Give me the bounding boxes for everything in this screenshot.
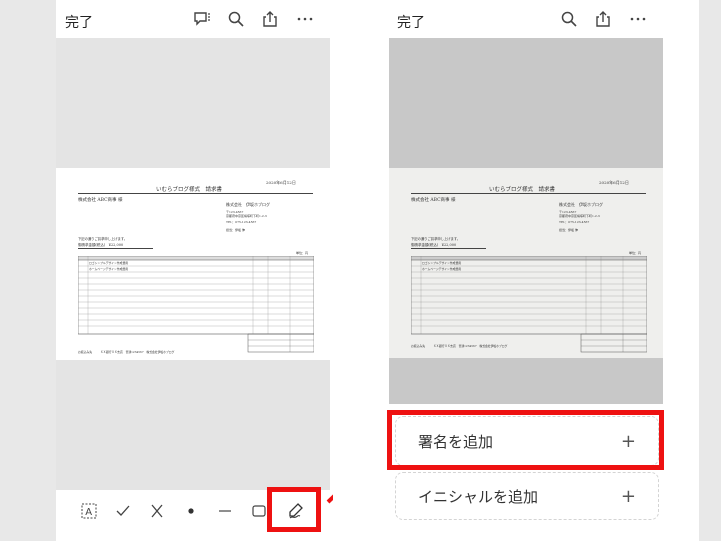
sender-tel: TEL：075-123-4567 xyxy=(226,220,257,224)
left-document-viewer: 2020年6月12日 いむらブログ様式 請求書 株式会社 ABC商事 様 株式会… xyxy=(56,38,330,490)
right-panel: 完了 2020年6月12日 いむらブログ様式 請求書 株式会社 ABC商事 様 … xyxy=(333,0,721,541)
sender-person: 担当：伊坂 伸 xyxy=(559,228,578,232)
sender-person: 担当：伊坂 伸 xyxy=(226,228,245,232)
add-signature-highlight xyxy=(387,410,664,470)
left-top-bar: 完了 xyxy=(56,0,330,38)
row-1-item: ロゴシンプルデザイン作成費用 xyxy=(89,261,129,265)
amount-underline xyxy=(78,248,153,249)
sender-company: 株式会社 伊坂ホブログ xyxy=(559,202,603,207)
invoice-title: いむらブログ様式 請求書 xyxy=(489,187,556,193)
invoice-title: いむらブログ様式 請求書 xyxy=(156,187,223,193)
invoice-recipient: 株式会社 ABC商事 様 xyxy=(411,198,456,203)
sender-address: 京都府中京区鳩塚町下町1-2-3 xyxy=(559,214,600,218)
left-sidebar xyxy=(0,0,56,541)
invoice-greeting: 下記の通りご請求申し上げます。 xyxy=(411,237,461,241)
right-top-bar: 完了 xyxy=(333,0,699,38)
add-initials-plus-icon: + xyxy=(620,485,636,507)
search-icon[interactable] xyxy=(227,10,245,28)
done-button[interactable]: 完了 xyxy=(397,12,425,32)
text-box-icon[interactable]: A xyxy=(78,500,100,522)
search-icon[interactable] xyxy=(560,10,578,28)
invoice-page: 2020年6月12日 いむらブログ様式 請求書 株式会社 ABC商事 様 株式会… xyxy=(389,168,663,358)
sender-company: 株式会社 伊坂ホブログ xyxy=(226,202,270,207)
footer-bank: お振込み先 ＸＸ銀行ＸＸ支店 普通1234567 株式会社伊坂ホブログ xyxy=(411,344,508,348)
share-icon[interactable] xyxy=(261,10,279,28)
invoice-greeting: 下記の通りご請求申し上げます。 xyxy=(78,237,128,241)
add-initials-label: イニシャルを追加 xyxy=(418,487,539,506)
sender-address: 京都府中京区鳩塚町下町1-2-3 xyxy=(226,214,267,218)
more-icon[interactable] xyxy=(629,10,647,28)
right-document-viewer: 2020年6月12日 いむらブログ様式 請求書 株式会社 ABC商事 様 株式会… xyxy=(389,38,663,404)
row-2-item: ホームページデザイン作成費用 xyxy=(89,267,129,271)
more-icon[interactable] xyxy=(296,10,314,28)
footer-bank: お振込み先 ＸＸ銀行ＸＸ支店 普通1234567 株式会社伊坂ホブログ xyxy=(78,350,175,354)
amount-underline xyxy=(411,248,486,249)
signature-tool-highlight xyxy=(267,487,321,532)
title-underline xyxy=(78,193,313,194)
row-2-item: ホームページデザイン作成費用 xyxy=(422,267,462,271)
dot-icon[interactable] xyxy=(180,500,202,522)
sender-tel: TEL：075-123-4567 xyxy=(559,220,590,224)
invoice-date: 2020年6月12日 xyxy=(266,180,296,185)
line-icon[interactable] xyxy=(214,500,236,522)
invoice-date: 2020年6月12日 xyxy=(599,180,629,185)
title-underline xyxy=(411,193,646,194)
cross-icon[interactable] xyxy=(146,500,168,522)
row-1-item: ロゴシンプルデザイン作成費用 xyxy=(422,261,462,265)
share-icon[interactable] xyxy=(594,10,612,28)
unit-note: 単位：円 xyxy=(296,251,309,255)
done-button[interactable]: 完了 xyxy=(65,12,93,32)
right-sidebar xyxy=(699,0,721,541)
invoice-page: 2020年6月12日 いむらブログ様式 請求書 株式会社 ABC商事 様 株式会… xyxy=(56,168,330,360)
invoice-recipient: 株式会社 ABC商事 様 xyxy=(78,198,123,203)
add-initials-item[interactable]: イニシャルを追加 + xyxy=(395,472,659,520)
svg-text:A: A xyxy=(85,507,92,518)
checkmark-icon[interactable] xyxy=(112,500,134,522)
left-panel: 完了 2020年6月12日 いむらブログ様式 請求書 株式会社 ABC商事 様 … xyxy=(0,0,330,541)
comment-icon[interactable] xyxy=(193,10,211,28)
unit-note: 単位：円 xyxy=(629,251,642,255)
